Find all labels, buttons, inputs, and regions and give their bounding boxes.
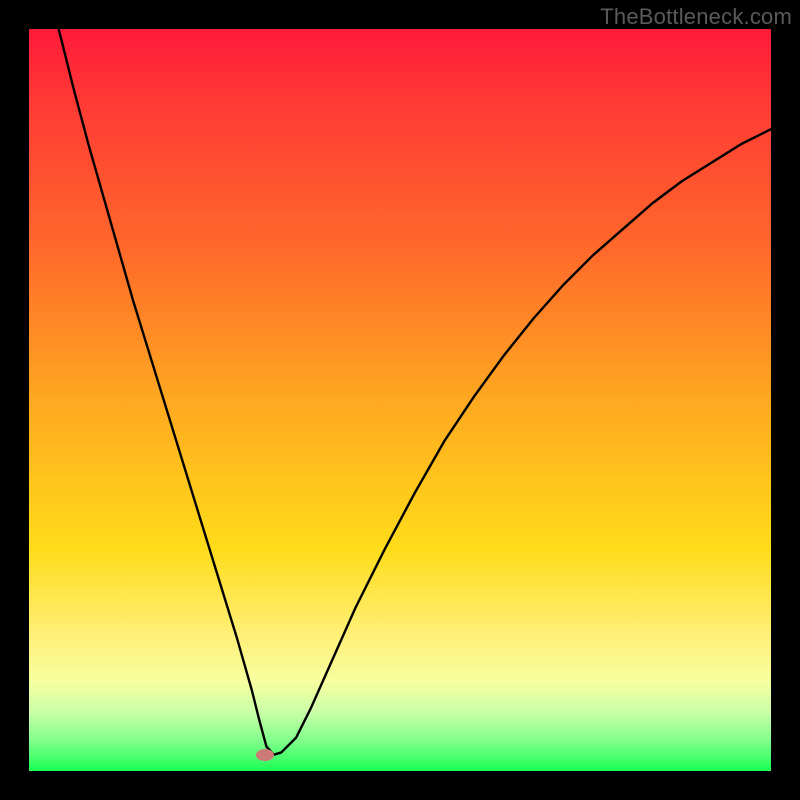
- plot-area: [29, 29, 771, 771]
- bottleneck-curve: [29, 29, 771, 771]
- chart-frame: TheBottleneck.com: [0, 0, 800, 800]
- watermark-text: TheBottleneck.com: [600, 4, 792, 30]
- optimum-marker: [256, 749, 274, 761]
